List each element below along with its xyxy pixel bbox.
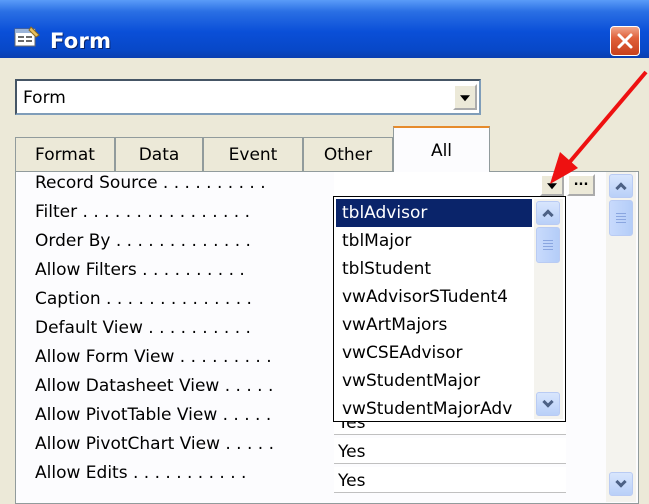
property-sheet-window: Form Form Format Data Event Other All Re… (0, 0, 649, 504)
builder-button[interactable]: ... (567, 174, 595, 196)
tab-other[interactable]: Other (303, 137, 393, 171)
chevron-up-icon (615, 182, 627, 194)
scroll-up-button[interactable] (536, 201, 560, 225)
scroll-down-button[interactable] (609, 472, 633, 496)
property-label-allow-edits: Allow Edits . . . . . . . . . . . (35, 463, 247, 483)
property-label-order-by: Order By . . . . . . . . . . . . . (35, 231, 251, 251)
object-selector-combo[interactable]: Form (15, 79, 481, 115)
form-icon (14, 26, 40, 48)
dropdown-item[interactable]: vwArtMajors (336, 311, 532, 339)
dropdown-item[interactable]: vwAdvisorSTudent4 (336, 283, 532, 311)
dropdown-scrollbar[interactable] (534, 199, 563, 419)
close-icon (617, 33, 633, 49)
property-label-default-view: Default View . . . . . . . . . . (35, 318, 251, 338)
chevron-down-icon (542, 396, 554, 408)
dropdown-item[interactable]: vwStudentMajorAdv (336, 395, 532, 421)
property-label-allow-pivottable-view: Allow PivotTable View . . . . . (35, 405, 272, 425)
dropdown-item[interactable]: vwCSEAdvisor (336, 339, 532, 367)
close-button[interactable] (610, 26, 640, 56)
scroll-thumb[interactable] (536, 227, 560, 263)
dropdown-arrow-icon (460, 95, 470, 102)
object-selector-dropdown-button[interactable] (453, 84, 477, 110)
scroll-up-button[interactable] (609, 174, 633, 198)
scroll-thumb[interactable] (609, 200, 633, 236)
title-bar[interactable]: Form (0, 0, 649, 58)
property-label-filter: Filter . . . . . . . . . . . . . . . . (35, 202, 251, 222)
chevron-down-icon (615, 476, 627, 488)
dropdown-item[interactable]: vwStudentMajor (336, 367, 532, 395)
record-source-dropdown-list[interactable]: tblAdvisor tblMajor tblStudent vwAdvisor… (333, 196, 566, 422)
chevron-up-icon (542, 209, 554, 221)
record-source-field[interactable] (334, 172, 566, 198)
tab-all[interactable]: All (393, 126, 490, 172)
property-label-record-source: Record Source . . . . . . . . . . (35, 173, 266, 193)
dropdown-item-selected[interactable]: tblAdvisor (336, 199, 532, 227)
property-value-allow-pivotchart-view[interactable]: Yes (334, 438, 566, 464)
scroll-down-button[interactable] (536, 392, 560, 416)
property-label-allow-datasheet-view: Allow Datasheet View . . . . . (35, 376, 274, 396)
property-label-caption: Caption . . . . . . . . . . . . . . (35, 289, 252, 309)
record-source-dropdown-button[interactable] (540, 174, 564, 196)
property-value-allow-edits[interactable]: Yes (334, 467, 566, 493)
window-title: Form (50, 29, 112, 53)
property-label-allow-pivotchart-view: Allow PivotChart View . . . . . (35, 434, 275, 454)
object-selector-value: Form (23, 88, 66, 108)
tab-event[interactable]: Event (203, 137, 303, 171)
property-label-allow-filters: Allow Filters . . . . . . . . . . (35, 260, 245, 280)
property-label-allow-form-view: Allow Form View . . . . . . . . . (35, 347, 272, 367)
properties-scrollbar[interactable] (606, 172, 636, 502)
tab-data[interactable]: Data (115, 137, 203, 171)
dropdown-arrow-icon (547, 183, 557, 190)
tab-format[interactable]: Format (15, 137, 115, 171)
dropdown-item[interactable]: tblMajor (336, 227, 532, 255)
dropdown-item[interactable]: tblStudent (336, 255, 532, 283)
